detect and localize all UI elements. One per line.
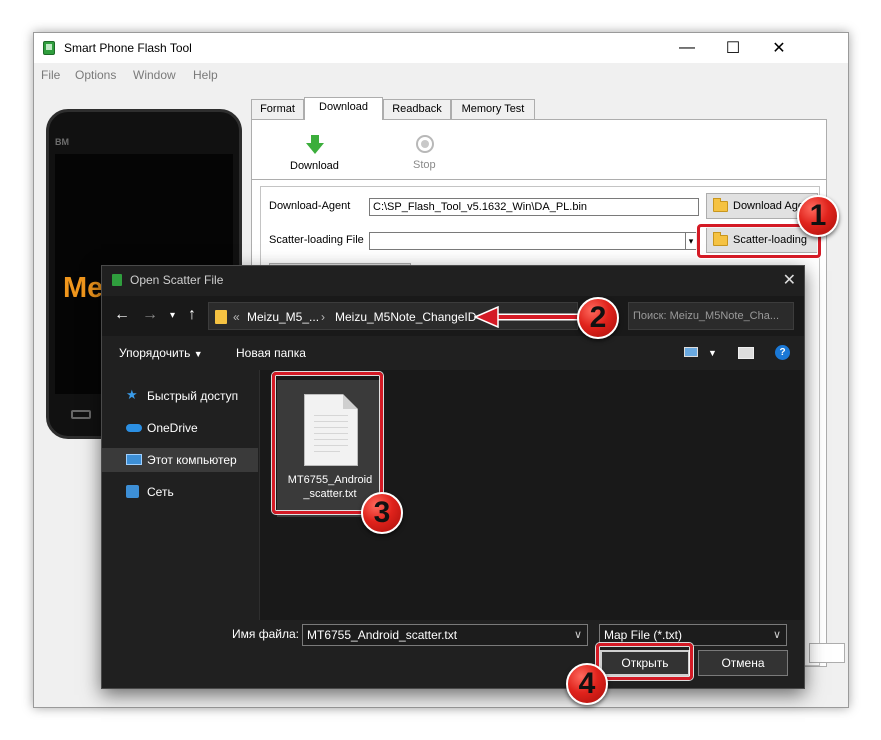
tab-readback[interactable]: Readback bbox=[383, 99, 451, 119]
step-badge-1: 1 bbox=[797, 195, 839, 237]
computer-icon bbox=[126, 454, 142, 465]
menu-file[interactable]: File bbox=[41, 68, 60, 82]
maximize-button[interactable]: ☐ bbox=[710, 33, 756, 63]
tab-memory-test[interactable]: Memory Test bbox=[451, 99, 535, 119]
close-button[interactable]: ✕ bbox=[756, 33, 802, 63]
preview-pane-icon[interactable] bbox=[738, 347, 754, 359]
filename-input[interactable]: MT6755_Android_scatter.txt ∨ bbox=[302, 624, 588, 646]
step-badge-2: 2 bbox=[577, 297, 619, 339]
organize-chevron-icon: ▼ bbox=[193, 349, 203, 359]
filetype-chevron-icon[interactable]: ∨ bbox=[773, 628, 781, 641]
filetype-value: Map File (*.txt) bbox=[604, 628, 683, 642]
address-bar: ← → ▾ ↑ « Meizu_M5_... › Meizu_M5Note_Ch… bbox=[102, 296, 804, 336]
nav-item-label: Сеть bbox=[147, 485, 174, 499]
nav-item-label: OneDrive bbox=[147, 421, 198, 435]
app-icon bbox=[43, 41, 55, 55]
scatter-loading-input[interactable] bbox=[369, 232, 693, 250]
filename-label: Имя файла: bbox=[232, 627, 299, 641]
view-chevron-icon[interactable]: ▼ bbox=[708, 348, 717, 358]
download-agent-input[interactable]: C:\SP_Flash_Tool_v5.1632_Win\DA_PL.bin bbox=[369, 198, 699, 216]
toolbar-divider bbox=[252, 179, 826, 180]
highlight-open-button bbox=[596, 643, 693, 680]
navigation-pane: ★ Быстрый доступ OneDrive Этот компьютер… bbox=[102, 370, 260, 620]
command-bar: Упорядочить ▼ Новая папка ▼ ? bbox=[102, 336, 804, 370]
download-arrow-icon[interactable] bbox=[305, 135, 325, 155]
stop-icon bbox=[416, 135, 434, 153]
network-icon bbox=[126, 485, 139, 498]
organize-menu[interactable]: Упорядочить ▼ bbox=[119, 346, 203, 360]
open-scatter-file-dialog: Open Scatter File ✕ ← → ▾ ↑ « Meizu_M5_.… bbox=[101, 265, 805, 689]
scatter-dropdown-arrow-icon[interactable]: ▾ bbox=[685, 232, 697, 250]
download-button[interactable]: Download bbox=[290, 160, 339, 172]
download-agent-label: Download-Agent bbox=[269, 200, 351, 212]
highlight-file-item bbox=[272, 372, 383, 514]
status-field bbox=[809, 643, 845, 663]
organize-label: Упорядочить bbox=[119, 346, 191, 360]
stop-button: Stop bbox=[413, 159, 436, 171]
window-title: Smart Phone Flash Tool bbox=[64, 41, 192, 55]
up-arrow-icon[interactable]: ↑ bbox=[188, 306, 196, 324]
nav-item-network[interactable]: Сеть bbox=[102, 480, 258, 504]
dialog-title: Open Scatter File bbox=[130, 273, 224, 287]
breadcrumb-item-parent[interactable]: Meizu_M5_... bbox=[247, 310, 319, 324]
phone-brand: BM bbox=[55, 137, 69, 147]
nav-item-quick-access[interactable]: ★ Быстрый доступ bbox=[102, 384, 258, 408]
recent-chevron-icon[interactable]: ▾ bbox=[170, 310, 175, 321]
back-arrow-icon[interactable]: ← bbox=[114, 306, 130, 324]
new-folder-button[interactable]: Новая папка bbox=[236, 346, 306, 360]
dialog-footer: Имя файла: MT6755_Android_scatter.txt ∨ … bbox=[102, 620, 804, 688]
nav-item-label: Быстрый доступ bbox=[147, 389, 239, 403]
phone-home-icon bbox=[71, 410, 91, 419]
step-badge-4: 4 bbox=[566, 663, 608, 705]
view-mode-icon[interactable] bbox=[684, 347, 698, 357]
menu-options[interactable]: Options bbox=[75, 68, 116, 82]
search-input[interactable]: Поиск: Meizu_M5Note_Cha... bbox=[633, 310, 779, 322]
arrow-2-icon bbox=[474, 306, 584, 328]
nav-item-onedrive[interactable]: OneDrive bbox=[102, 416, 258, 440]
nav-item-this-pc[interactable]: Этот компьютер bbox=[102, 448, 258, 472]
filename-chevron-icon[interactable]: ∨ bbox=[574, 628, 582, 641]
menu-window[interactable]: Window bbox=[133, 68, 176, 82]
star-icon: ★ bbox=[126, 387, 138, 402]
search-field[interactable]: Поиск: Meizu_M5Note_Cha... bbox=[628, 302, 794, 330]
tab-download[interactable]: Download bbox=[304, 97, 383, 120]
step-badge-3: 3 bbox=[361, 492, 403, 534]
menu-help[interactable]: Help bbox=[193, 68, 218, 82]
title-bar[interactable]: Smart Phone Flash Tool — ☐ ✕ bbox=[34, 33, 848, 63]
menu-bar: File Options Window Help bbox=[34, 63, 848, 85]
filename-value: MT6755_Android_scatter.txt bbox=[307, 628, 458, 642]
breadcrumb-overflow[interactable]: « bbox=[233, 310, 240, 324]
help-icon[interactable]: ? bbox=[775, 345, 790, 360]
tab-format[interactable]: Format bbox=[251, 99, 304, 119]
dialog-close-button[interactable]: ✕ bbox=[783, 270, 796, 290]
cancel-button[interactable]: Отмена bbox=[698, 650, 788, 676]
scatter-loading-label: Scatter-loading File bbox=[269, 234, 364, 246]
folder-icon bbox=[215, 310, 227, 324]
forward-arrow-icon[interactable]: → bbox=[142, 306, 158, 324]
folder-icon bbox=[713, 198, 728, 212]
breadcrumb-separator-icon: › bbox=[321, 310, 325, 324]
phone-logo: Me bbox=[63, 272, 104, 304]
nav-item-label: Этот компьютер bbox=[147, 453, 237, 467]
dialog-app-icon bbox=[112, 274, 122, 286]
cloud-icon bbox=[126, 424, 142, 432]
minimize-button[interactable]: — bbox=[664, 33, 710, 63]
breadcrumb-item-current[interactable]: Meizu_M5Note_ChangeID bbox=[335, 310, 476, 324]
